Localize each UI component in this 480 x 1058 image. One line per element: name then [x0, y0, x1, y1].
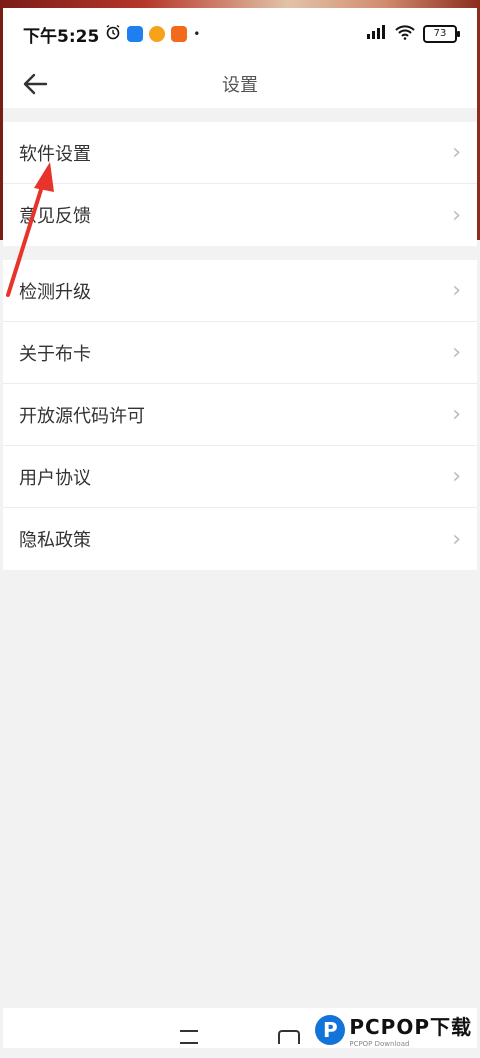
wifi-icon [395, 24, 415, 45]
app-notification-icon [127, 26, 144, 42]
more-notifications-dot: • [193, 27, 201, 41]
menu-item-label: 检测升级 [19, 281, 91, 303]
watermark-logo: P [315, 1014, 346, 1045]
app-notification-icon [149, 26, 166, 42]
status-time: 下午5:25 [23, 26, 100, 47]
status-bar: 下午5:25 • 73 [3, 8, 477, 60]
chevron-right-icon: › [452, 140, 461, 165]
watermark-sub: PCPOP Download [349, 1040, 410, 1048]
menu-item-label: 用户协议 [19, 467, 91, 489]
about-section: 检测升级 › 关于布卡 › 开放源代码许可 › 用户协议 › 隐私政策 › [3, 260, 477, 570]
watermark-brand: PCPOP下载 [349, 1015, 472, 1039]
mi-notification-icon [171, 26, 188, 42]
home-button[interactable] [278, 1030, 300, 1044]
recents-button[interactable] [180, 1030, 198, 1044]
menu-item-about[interactable]: 关于布卡 › [3, 322, 477, 384]
menu-item-user-agreement[interactable]: 用户协议 › [3, 446, 477, 508]
battery-icon: 73 [423, 25, 460, 43]
settings-section: 软件设置 › 意见反馈 › [3, 122, 477, 246]
signal-icon [365, 24, 387, 45]
menu-item-label: 开放源代码许可 [19, 405, 145, 427]
title-bar: 设置 [3, 60, 477, 108]
menu-item-check-update[interactable]: 检测升级 › [3, 260, 477, 322]
alarm-icon [105, 24, 121, 45]
watermark: P PCPOP下载 PCPOP Download [315, 1011, 472, 1048]
menu-item-software-settings[interactable]: 软件设置 › [3, 122, 477, 184]
phone-screen: 下午5:25 • 73 设置 软件设置 › 意见反馈 › 检测升级 › 关于布卡… [3, 8, 477, 1048]
menu-item-label: 关于布卡 [19, 343, 91, 365]
chevron-right-icon: › [452, 340, 461, 365]
chevron-right-icon: › [452, 526, 461, 552]
menu-item-label: 意见反馈 [19, 206, 91, 227]
chevron-right-icon: › [452, 278, 461, 303]
menu-item-label: 隐私政策 [19, 530, 91, 551]
chevron-right-icon: › [452, 202, 461, 228]
menu-item-open-source-licenses[interactable]: 开放源代码许可 › [3, 384, 477, 446]
chevron-right-icon: › [452, 402, 461, 427]
menu-item-privacy-policy[interactable]: 隐私政策 › [3, 508, 477, 570]
back-arrow-icon [23, 73, 48, 95]
page-title: 设置 [222, 75, 258, 96]
chevron-right-icon: › [452, 464, 461, 489]
back-button[interactable] [11, 60, 59, 108]
menu-item-label: 软件设置 [19, 143, 91, 165]
menu-item-feedback[interactable]: 意见反馈 › [3, 184, 477, 246]
